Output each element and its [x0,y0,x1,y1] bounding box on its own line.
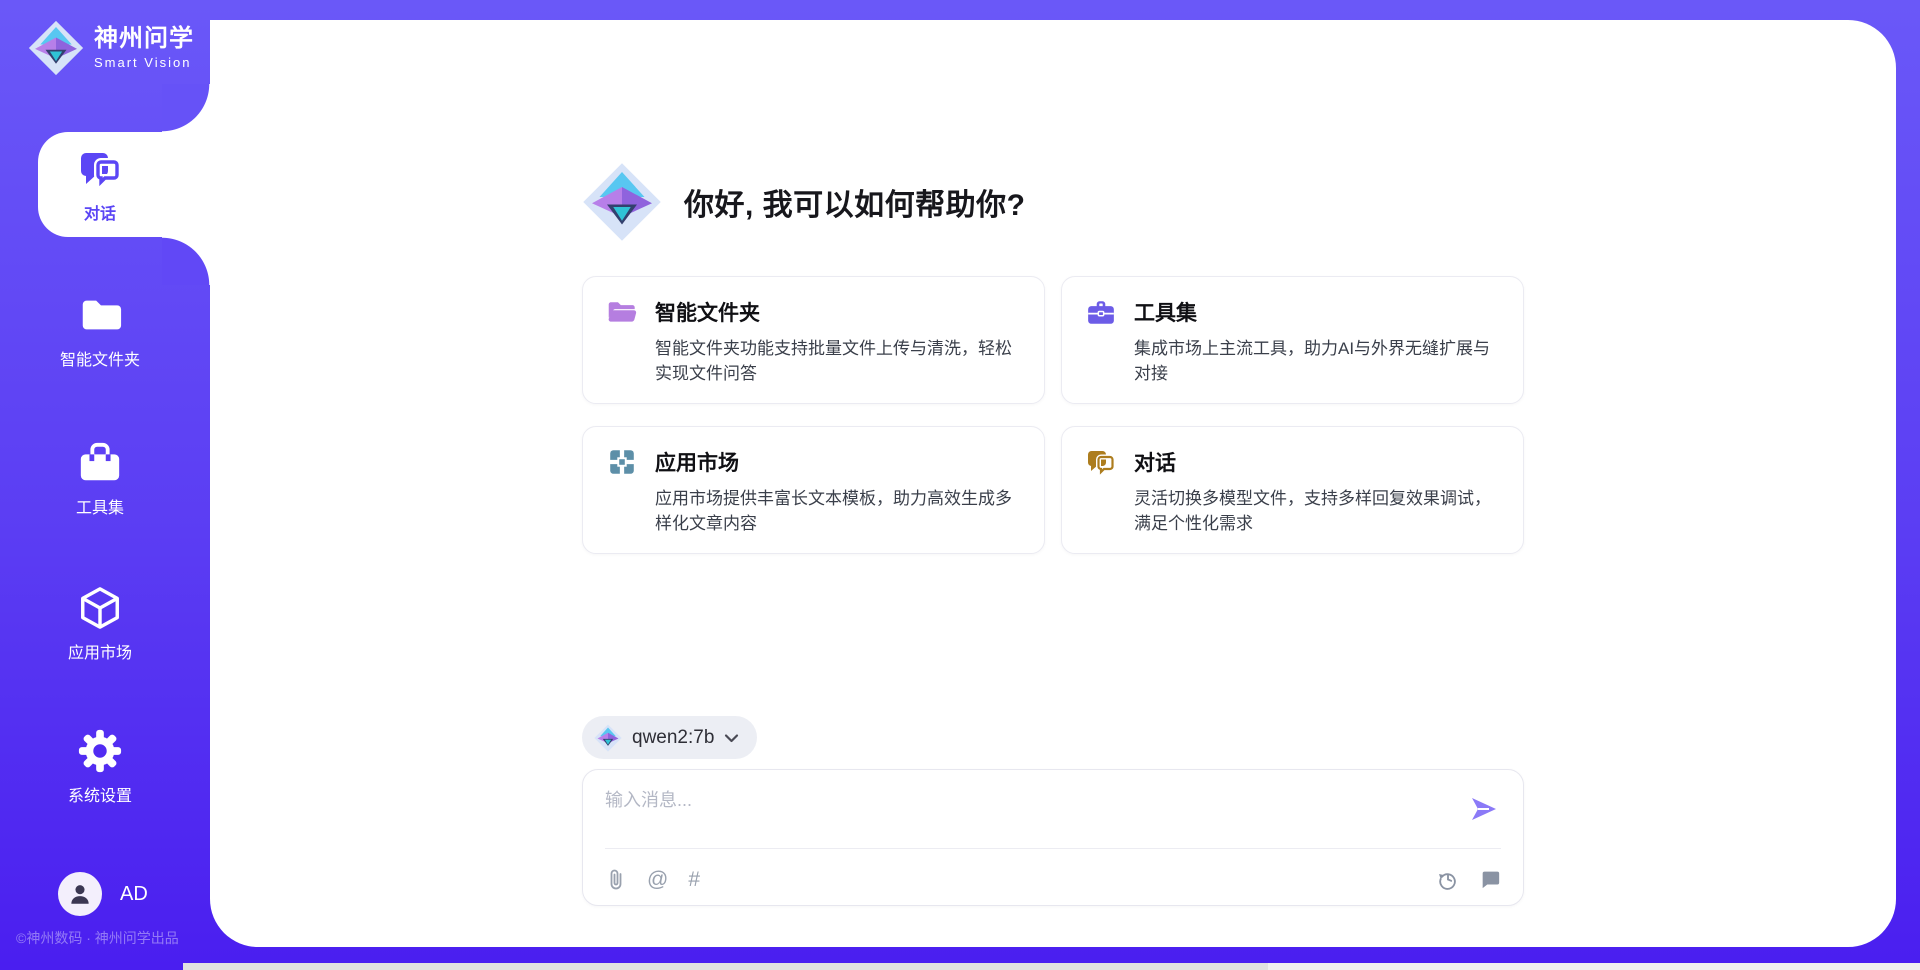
scrollbar-thumb[interactable] [183,963,1268,970]
sidebar-item-label: 对话 [0,200,200,224]
mention-button at-icon[interactable]: @ [647,869,668,890]
main-panel: 你好, 我可以如何帮助你? 智能文件夹 智能文件夹功能支持批量文件上传与清洗，轻… [210,20,1896,947]
card-description: 应用市场提供丰富长文本模板，助力高效生成多样化文章内容 [655,487,1020,536]
history-button[interactable] [1437,868,1459,890]
model-selector[interactable]: qwen2:7b [582,716,757,759]
sidebar: 神州问学 Smart Vision 对话 智能文件夹 [0,0,210,970]
app-grid-icon [607,447,637,477]
card-title: 对话 [1134,447,1176,477]
card-description: 集成市场上主流工具，助力AI与外界无缝扩展与对接 [1134,337,1499,386]
card-description: 智能文件夹功能支持批量文件上传与清洗，轻松实现文件问答 [655,337,1020,386]
card-toolbox[interactable]: 工具集 集成市场上主流工具，助力AI与外界无缝扩展与对接 [1061,276,1524,404]
model-name: qwen2:7b [632,727,714,749]
comment-icon [1479,868,1501,890]
chat-icon [1086,447,1116,477]
model-logo-diamond-icon [594,724,622,752]
topic-button hash-icon[interactable]: # [688,869,700,890]
history-icon [1437,868,1459,890]
sidebar-item-toolbox[interactable]: 工具集 [0,440,200,518]
avatar [58,872,102,916]
greeting: 你好, 我可以如何帮助你? [582,162,1026,242]
brand-logo-diamond-icon [28,20,84,76]
folder-icon [77,292,123,338]
chevron-down-icon [724,733,739,743]
sidebar-item-label: 系统设置 [0,782,200,806]
sidebar-item-chat[interactable]: 对话 [0,146,200,224]
toolbox-icon [77,440,123,486]
main-content: 你好, 我可以如何帮助你? 智能文件夹 智能文件夹功能支持批量文件上传与清洗，轻… [582,20,1524,947]
active-tab-fillet-bottom [162,237,210,285]
gear-icon [77,728,123,774]
sidebar-item-label: 智能文件夹 [0,346,200,370]
user-name: AD [120,883,148,906]
paperclip-icon [606,868,626,890]
sidebar-item-label: 应用市场 [0,639,200,663]
composer-divider [605,848,1501,849]
sidebar-item-settings[interactable]: 系统设置 [0,728,200,806]
sidebar-item-smart-folder[interactable]: 智能文件夹 [0,292,200,370]
card-chat[interactable]: 对话 灵活切换多模型文件，支持多样回复效果调试，满足个性化需求 [1061,426,1524,554]
message-composer: @ # [582,769,1524,906]
attach-file-button[interactable] [605,868,627,890]
card-smart-folder[interactable]: 智能文件夹 智能文件夹功能支持批量文件上传与清洗，轻松实现文件问答 [582,276,1045,404]
person-icon [67,881,93,907]
horizontal-scrollbar[interactable] [183,963,1920,970]
card-description: 灵活切换多模型文件，支持多样回复效果调试，满足个性化需求 [1134,487,1499,536]
brand: 神州问学 Smart Vision [28,20,194,76]
card-title: 工具集 [1134,297,1197,327]
user-account[interactable]: AD [58,872,148,916]
brand-name: 神州问学 [94,26,194,52]
sidebar-item-app-market[interactable]: 应用市场 [0,585,200,663]
greeting-logo-diamond-icon [582,162,662,242]
cube-icon [77,585,123,631]
folder-open-icon [607,297,637,327]
feature-cards: 智能文件夹 智能文件夹功能支持批量文件上传与清洗，轻松实现文件问答 工具集 集成… [582,276,1524,554]
comment-button[interactable] [1479,868,1501,890]
message-input[interactable] [605,786,1425,842]
card-title: 应用市场 [655,447,739,477]
composer-toolbar: @ # [605,862,1501,896]
brand-subtitle: Smart Vision [94,55,194,70]
chat-icon [77,146,123,192]
sidebar-item-label: 工具集 [0,494,200,518]
copyright-text: ©神州数码 · 神州问学出品 [16,928,179,948]
send-icon[interactable] [1469,794,1499,824]
greeting-text: 你好, 我可以如何帮助你? [684,180,1026,224]
card-title: 智能文件夹 [655,297,760,327]
briefcase-icon [1086,297,1116,327]
card-app-market[interactable]: 应用市场 应用市场提供丰富长文本模板，助力高效生成多样化文章内容 [582,426,1045,554]
active-tab-fillet-top [162,84,210,132]
